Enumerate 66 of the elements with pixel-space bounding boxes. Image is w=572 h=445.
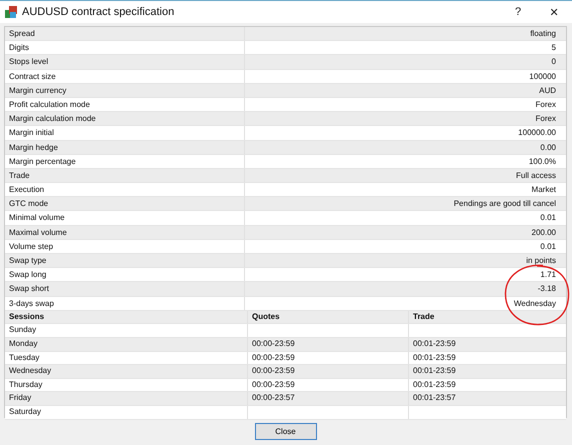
table-cell-text: 1.71: [539, 269, 557, 282]
table-cell: Swap long: [5, 268, 245, 282]
table-cell-text: 0.01: [539, 240, 557, 253]
close-dialog-button[interactable]: Close: [254, 423, 316, 440]
table-cell: Saturday: [5, 406, 248, 418]
column-header: Sessions: [5, 310, 248, 324]
table-cell: Swap short: [5, 282, 245, 296]
table-cell: Margin calculation mode: [5, 112, 245, 126]
table-cell-text: floating: [529, 28, 557, 40]
table-cell: Margin percentage: [5, 154, 245, 168]
table-cell: Stops level: [5, 55, 245, 69]
table-cell-text: 100000.00: [517, 127, 557, 140]
table-cell: Margin hedge: [5, 140, 245, 154]
column-header: Trade: [412, 310, 436, 323]
table-cell: Margin currency: [5, 84, 245, 97]
table-cell: Profit calculation mode: [5, 98, 245, 112]
table-cell: Swap type: [5, 254, 245, 268]
table-cell-text: 0.00: [539, 142, 557, 154]
table-cell-text: 00:01-23:59: [412, 378, 457, 391]
table-cell-text: Forex: [534, 98, 557, 111]
close-button[interactable]: ✕: [536, 2, 572, 22]
table-cell: Maximal volume: [5, 226, 245, 239]
table-cell: 00:00-23:59: [248, 378, 409, 392]
table-cell-text: 00:01-23:59: [412, 365, 457, 378]
window-title: AUDUSD contract specification: [22, 6, 174, 18]
table-cell-text: 0.01: [539, 212, 557, 224]
table-cell: Monday: [5, 338, 248, 351]
table-cell-text: 5: [550, 42, 557, 54]
table-cell-text: Wednesday: [512, 298, 557, 310]
table-cell-text: -3.18: [536, 283, 557, 296]
table-cell: 00:00-23:59: [248, 338, 409, 351]
table-cell-text: 00:01-23:57: [412, 392, 457, 404]
help-button[interactable]: ?: [500, 2, 536, 22]
column-header: Quotes: [248, 310, 409, 324]
table-cell: 00:00-23:57: [248, 392, 409, 405]
table-cell: GTC mode: [5, 197, 245, 210]
table-cell: Sunday: [5, 324, 248, 337]
table-cell: Contract size: [5, 70, 245, 83]
table-cell: Volume step: [5, 240, 245, 253]
table-cell-text: 00:01-23:59: [412, 352, 457, 364]
table-cell-text: 100.0%: [528, 156, 557, 168]
table-cell-text: in points: [525, 255, 557, 267]
table-cell-text: 00:01-23:59: [412, 338, 457, 350]
table-cell-text: Pendings are good till cancel: [452, 198, 557, 210]
table-cell: Minimal volume: [5, 211, 245, 225]
table-cell-text: Forex: [534, 113, 557, 126]
table-cell-text: 100000: [528, 70, 557, 83]
circle-annotation: [503, 263, 571, 327]
table-cell: 00:00-23:59: [248, 352, 409, 364]
table-cell-text: Market: [530, 184, 557, 196]
table-cell: Margin initial: [5, 126, 245, 140]
table-cell: Wednesday: [5, 365, 248, 378]
table-cell: 3-days swap: [5, 296, 245, 310]
table-cell-text: AUD: [538, 84, 557, 97]
table-cell: Spread: [5, 27, 245, 40]
table-cell: Digits: [5, 41, 245, 54]
table-cell-text: 0: [550, 56, 557, 68]
table-cell: Execution: [5, 183, 245, 196]
table-cell: 00:00-23:59: [248, 365, 409, 378]
table-cell-text: Full access: [514, 170, 557, 182]
table-cell: Trade: [5, 168, 245, 182]
table-cell: Friday: [5, 392, 248, 405]
table-cell-text: 200.00: [530, 226, 557, 239]
table-cell: Tuesday: [5, 352, 248, 364]
app-icon: [4, 5, 18, 19]
table-cell: Thursday: [5, 378, 248, 392]
